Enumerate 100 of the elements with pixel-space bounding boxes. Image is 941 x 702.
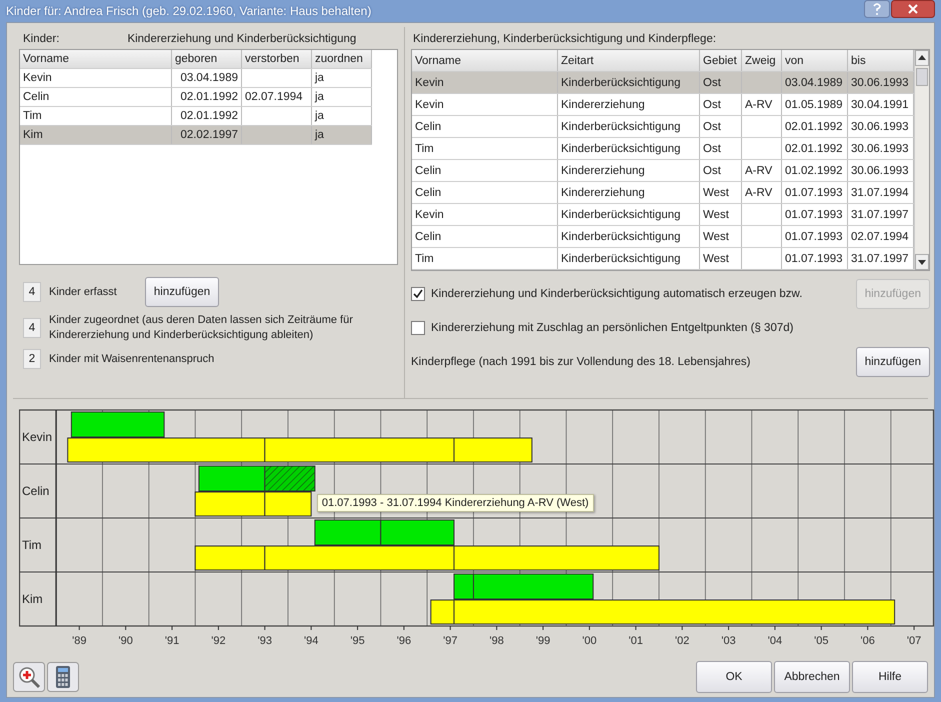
scroll-thumb[interactable] bbox=[916, 68, 928, 86]
add-button[interactable]: hinzufügen bbox=[856, 347, 930, 377]
section-label: Kinder: bbox=[23, 33, 60, 45]
period-bar[interactable] bbox=[314, 520, 382, 546]
table-cell: West bbox=[700, 182, 742, 203]
table-row[interactable]: Tim Kinderberücksichtigung West 01.07.1993 31.07.1997 bbox=[412, 248, 914, 270]
axis-label: '01 bbox=[628, 635, 643, 647]
count-field: 2 bbox=[23, 349, 41, 369]
table-cell: Ost bbox=[700, 160, 742, 181]
table-cell: Kindererziehung bbox=[558, 160, 700, 181]
table-cell: Celin bbox=[412, 226, 558, 247]
table-cell: 01.07.1993 bbox=[782, 182, 848, 203]
table-cell: Kevin bbox=[412, 94, 558, 115]
axis-label: '95 bbox=[350, 635, 365, 647]
table-cell: A-RV bbox=[742, 94, 782, 115]
checkbox[interactable] bbox=[411, 321, 425, 335]
table-row[interactable]: Tim Kinderberücksichtigung Ost 02.01.1992 30.06.1993 bbox=[412, 138, 914, 160]
dialog-button[interactable]: Hilfe bbox=[852, 661, 928, 693]
period-bar[interactable] bbox=[380, 520, 454, 546]
table-row[interactable]: Celin Kindererziehung Ost A-RV 01.02.1992 30.06.1993 bbox=[412, 160, 914, 182]
column-header[interactable]: von bbox=[782, 50, 848, 71]
table-cell: Celin bbox=[412, 182, 558, 203]
window-title: Kinder für: Andrea Frisch (geb. 29.02.1960, Variante: Haus behalten) bbox=[6, 4, 372, 18]
scroll-down-button[interactable] bbox=[915, 254, 929, 270]
period-bar[interactable] bbox=[454, 574, 474, 600]
column-header[interactable]: Vorname bbox=[20, 50, 172, 68]
table-row[interactable]: Kevin Kinderberücksichtigung West 01.07.1993 31.07.1997 bbox=[412, 204, 914, 226]
period-bar[interactable] bbox=[194, 546, 266, 570]
period-bar[interactable] bbox=[264, 438, 454, 462]
table-row[interactable]: Kim 02.02.1997 ja bbox=[20, 126, 372, 145]
column-header[interactable]: zuordnen bbox=[312, 50, 372, 68]
scroll-up-button[interactable] bbox=[915, 50, 929, 66]
axis-label: '00 bbox=[582, 635, 597, 647]
period-bar[interactable] bbox=[454, 600, 896, 624]
axis-label: '04 bbox=[768, 635, 782, 647]
table-cell: 02.01.1992 bbox=[782, 138, 848, 159]
table-cell: 01.02.1992 bbox=[782, 160, 848, 181]
period-bar[interactable] bbox=[430, 600, 454, 624]
period-bar[interactable] bbox=[264, 546, 454, 570]
section-heading: Kindererziehung, Kinderberücksichtigung und Kinderpflege: bbox=[412, 32, 718, 47]
checkbox-label[interactable]: Kindererziehung und Kinderberücksichtigung automatisch erzeugen bzw. bbox=[431, 288, 850, 300]
table-row[interactable]: Celin Kinderberücksichtigung Ost 02.01.1992 30.06.1993 bbox=[412, 116, 914, 138]
table-cell: Kinderberücksichtigung bbox=[558, 72, 700, 93]
period-bar[interactable] bbox=[194, 492, 266, 516]
period-bar[interactable] bbox=[198, 466, 266, 492]
table-cell: Tim bbox=[412, 248, 558, 269]
table-row[interactable]: Celin Kinderberücksichtigung West 01.07.1993 02.07.1994 bbox=[412, 226, 914, 248]
table-cell: Tim bbox=[20, 107, 172, 125]
period-bar[interactable] bbox=[264, 492, 312, 516]
table-cell: 02.01.1992 bbox=[172, 88, 242, 106]
table-cell: Tim bbox=[412, 138, 558, 159]
axis-label: '89 bbox=[72, 635, 86, 647]
table-cell: 01.07.1993 bbox=[782, 248, 848, 269]
add-button[interactable]: hinzufügen bbox=[144, 277, 220, 307]
axis-label: '94 bbox=[304, 635, 318, 647]
count-label: Kinder mit Waisenrentenanspruch bbox=[49, 352, 216, 366]
table-cell: 02.07.1994 bbox=[242, 88, 312, 106]
table-row[interactable]: Celin Kindererziehung West A-RV 01.07.1993 31.07.1994 bbox=[412, 182, 914, 204]
row-label: Kim bbox=[22, 592, 43, 606]
count-field: 4 bbox=[23, 318, 41, 338]
option-label: Kinderpflege (nach 1991 bis zur Vollendung des 18. Lebensjahres) bbox=[411, 356, 752, 368]
checkbox[interactable] bbox=[411, 287, 425, 301]
table-row[interactable]: Kevin 03.04.1989 ja bbox=[20, 69, 372, 88]
table-cell: Kevin bbox=[20, 69, 172, 87]
table-cell: Kinderberücksichtigung bbox=[558, 226, 700, 247]
tooltip: 01.07.1993 - 31.07.1994 Kindererziehung A-RV (West) bbox=[316, 494, 594, 512]
table-cell: 01.05.1989 bbox=[782, 94, 848, 115]
table-cell: West bbox=[700, 248, 742, 269]
column-header[interactable]: Zweig bbox=[742, 50, 782, 71]
table-cell: Ost bbox=[700, 116, 742, 137]
column-header[interactable]: verstorben bbox=[242, 50, 312, 68]
help-icon[interactable] bbox=[864, 0, 890, 18]
column-header[interactable]: Zeitart bbox=[558, 50, 700, 71]
dialog-button[interactable]: OK bbox=[696, 661, 772, 693]
table-cell: 02.01.1992 bbox=[782, 116, 848, 137]
period-bar[interactable] bbox=[472, 574, 594, 600]
close-icon[interactable] bbox=[891, 0, 935, 18]
table-row[interactable]: Celin 02.01.1992 02.07.1994 ja bbox=[20, 88, 372, 107]
checkbox-label[interactable]: Kindererziehung mit Zuschlag an persönlichen Entgeltpunkten (§ 307d) bbox=[431, 322, 930, 334]
calculator-icon[interactable] bbox=[47, 662, 79, 692]
column-header[interactable]: geboren bbox=[172, 50, 242, 68]
period-bar[interactable] bbox=[454, 546, 660, 570]
table-cell: Ost bbox=[700, 138, 742, 159]
zoom-icon[interactable] bbox=[13, 662, 45, 692]
axis-label: '93 bbox=[258, 635, 272, 647]
period-bar[interactable] bbox=[67, 438, 266, 462]
period-bar[interactable] bbox=[70, 412, 165, 438]
table-cell: Kevin bbox=[412, 72, 558, 93]
axis-label: '92 bbox=[211, 635, 226, 647]
axis-label: '02 bbox=[675, 635, 690, 647]
dialog-button[interactable]: Abbrechen bbox=[774, 661, 850, 693]
period-bar[interactable] bbox=[264, 466, 316, 492]
table-row[interactable]: Kevin Kinderberücksichtigung Ost 03.04.1989 30.06.1993 bbox=[412, 72, 914, 94]
table-row[interactable]: Kevin Kindererziehung Ost A-RV 01.05.1989 30.04.1991 bbox=[412, 94, 914, 116]
period-bar[interactable] bbox=[454, 438, 532, 462]
axis-label: '97 bbox=[443, 635, 458, 647]
column-header[interactable]: Gebiet bbox=[700, 50, 742, 71]
table-cell: Kinderberücksichtigung bbox=[558, 204, 700, 225]
column-header[interactable]: Vorname bbox=[412, 50, 558, 71]
table-cell: Kindererziehung bbox=[558, 94, 700, 115]
